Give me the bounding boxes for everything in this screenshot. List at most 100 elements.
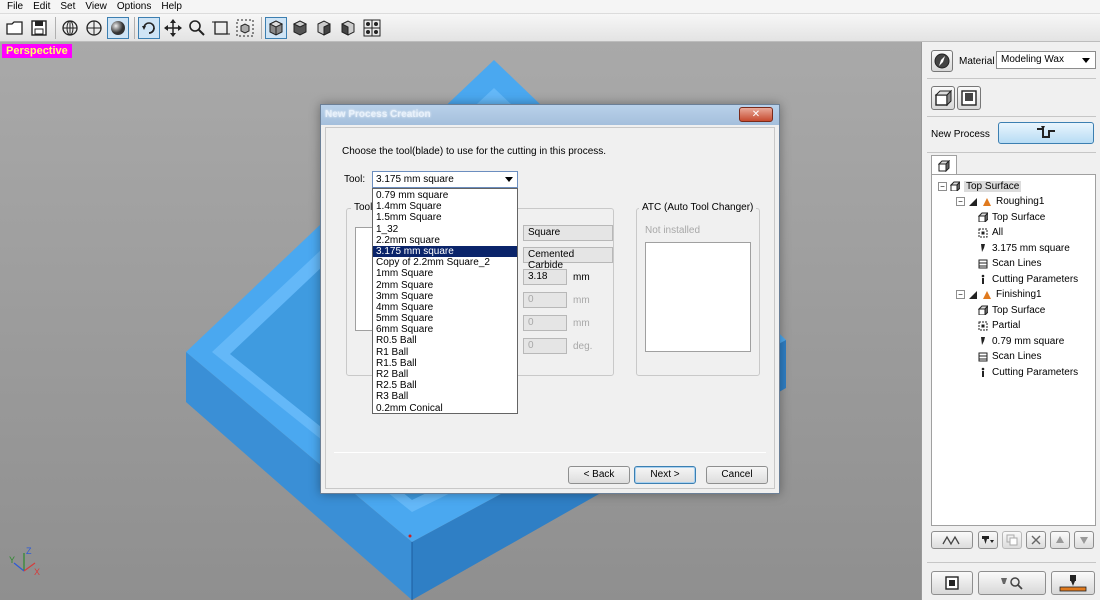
tool-option[interactable]: R3 Ball: [373, 391, 517, 402]
tree-item-label: Top Surface: [964, 180, 1022, 192]
tool-option[interactable]: 2.2mm square: [373, 235, 517, 246]
tree-item[interactable]: Scan Lines: [978, 350, 1041, 364]
next-button[interactable]: Next >: [634, 466, 696, 484]
open-folder-button[interactable]: [4, 17, 26, 39]
tree-item[interactable]: Top Surface: [978, 210, 1045, 224]
cube-iso-icon: [268, 19, 284, 36]
tool-diameter-field: 3.18: [523, 269, 567, 285]
tool-option[interactable]: 3.175 mm square: [373, 245, 517, 258]
model-box-icon: [934, 89, 952, 107]
tool-option[interactable]: R0.5 Ball: [373, 335, 517, 346]
tool-select[interactable]: 3.175 mm square: [372, 171, 518, 188]
param4-unit: deg.: [573, 341, 593, 352]
fit-frame-icon: [212, 20, 230, 35]
tool-option[interactable]: 6mm Square: [373, 324, 517, 335]
delete-x-icon: [1031, 535, 1041, 545]
tree-move-down-button[interactable]: [1074, 531, 1094, 549]
tool-param4-field: 0: [523, 338, 567, 354]
panel-divider: [927, 78, 1096, 79]
parameters-icon: [981, 367, 985, 377]
tool-option[interactable]: R2.5 Ball: [373, 380, 517, 391]
menu-help[interactable]: Help: [156, 1, 187, 12]
tool-shape-field: Square: [523, 225, 613, 241]
collapse-toggle-icon[interactable]: −: [956, 290, 965, 299]
tool-option[interactable]: R1 Ball: [373, 347, 517, 358]
tool-option[interactable]: 1_32: [373, 224, 517, 235]
tool-option[interactable]: 2mm Square: [373, 280, 517, 291]
view-right-button[interactable]: [313, 17, 335, 39]
view-iso-button[interactable]: [265, 16, 287, 39]
triangle-up-icon: [1056, 536, 1064, 543]
cutting-position-button[interactable]: [931, 571, 973, 595]
view-solid-button[interactable]: [107, 16, 129, 39]
tree-item[interactable]: All: [978, 226, 1003, 240]
back-button[interactable]: < Back: [568, 466, 630, 484]
pan-button[interactable]: [162, 17, 184, 39]
material-button[interactable]: [931, 50, 953, 72]
tree-item[interactable]: − Finishing1: [956, 288, 1042, 302]
zoom-extents-button[interactable]: [234, 17, 256, 39]
tree-item[interactable]: − Top Surface: [938, 179, 1022, 193]
menu-file[interactable]: File: [2, 1, 28, 12]
tool-option[interactable]: 1.4mm Square: [373, 201, 517, 212]
view-multi-button[interactable]: [361, 17, 383, 39]
view-globe-button[interactable]: [59, 17, 81, 39]
collapse-toggle-icon[interactable]: −: [938, 181, 947, 191]
tool-option[interactable]: 0.79 mm square: [373, 190, 517, 201]
tab-process-tree[interactable]: [931, 155, 957, 175]
material-select[interactable]: Modeling Wax: [996, 51, 1096, 69]
tool-option[interactable]: 1mm Square: [373, 268, 517, 279]
cancel-button[interactable]: Cancel: [706, 466, 768, 484]
tree-delete-button[interactable]: [1026, 531, 1046, 549]
workpiece-button[interactable]: [957, 86, 981, 110]
tool-option[interactable]: R1.5 Ball: [373, 358, 517, 369]
tool-option[interactable]: 4mm Square: [373, 302, 517, 313]
tree-tool-button[interactable]: [978, 531, 998, 549]
copy-icon: [1006, 534, 1018, 546]
model-setup-button[interactable]: [931, 86, 955, 110]
tool-option[interactable]: Copy of 2.2mm Square_2: [373, 257, 517, 268]
rotate-button[interactable]: [138, 16, 160, 39]
tree-item[interactable]: Partial: [978, 319, 1020, 333]
preview-cutting-button[interactable]: [978, 571, 1046, 595]
tree-item[interactable]: Cutting Parameters: [978, 272, 1078, 286]
tree-item[interactable]: 0.79 mm square: [978, 334, 1064, 348]
tool-option[interactable]: 0.2mm Conical: [373, 403, 517, 414]
fit-view-button[interactable]: [210, 17, 232, 39]
save-button[interactable]: [28, 17, 50, 39]
menu-edit[interactable]: Edit: [28, 1, 55, 12]
tree-item[interactable]: − Roughing1: [956, 195, 1044, 209]
tool-prompt: Choose the tool(blade) to use for the cu…: [342, 146, 607, 157]
tree-item[interactable]: Cutting Parameters: [978, 365, 1078, 379]
zoom-cube-icon: [236, 19, 254, 36]
tree-copy-button[interactable]: [1002, 531, 1022, 549]
tree-item[interactable]: Top Surface: [978, 303, 1045, 317]
new-process-icon: [1037, 126, 1055, 138]
perspective-label: Perspective: [2, 44, 72, 58]
tree-move-up-button[interactable]: [1050, 531, 1070, 549]
tool-label: Tool:: [344, 174, 366, 185]
dialog-title[interactable]: New Process Creation: [321, 105, 779, 125]
tool-option[interactable]: 1.5mm Square: [373, 212, 517, 223]
start-cutting-button[interactable]: [1051, 571, 1095, 595]
collapse-toggle-icon[interactable]: −: [956, 197, 965, 206]
zoom-button[interactable]: [186, 17, 208, 39]
tool-option[interactable]: 5mm Square: [373, 313, 517, 324]
dialog-close-button[interactable]: ✕: [739, 107, 773, 122]
tree-path-button[interactable]: [931, 531, 973, 549]
tree-item[interactable]: Scan Lines: [978, 257, 1041, 271]
view-wireframe-button[interactable]: [83, 17, 105, 39]
tree-item[interactable]: 3.175 mm square: [978, 241, 1070, 255]
view-front-button[interactable]: [289, 17, 311, 39]
view-left-button[interactable]: [337, 17, 359, 39]
panel-divider: [927, 116, 1096, 117]
atc-group: ATC (Auto Tool Changer) Not installed: [636, 202, 760, 376]
menu-set[interactable]: Set: [55, 1, 80, 12]
menu-options[interactable]: Options: [112, 1, 156, 12]
menu-view[interactable]: View: [80, 1, 112, 12]
tool-option[interactable]: 3mm Square: [373, 291, 517, 302]
new-process-button[interactable]: [998, 122, 1094, 144]
surface-icon: [950, 181, 960, 191]
tool-option[interactable]: R2 Ball: [373, 369, 517, 380]
step-icon: [969, 197, 977, 206]
